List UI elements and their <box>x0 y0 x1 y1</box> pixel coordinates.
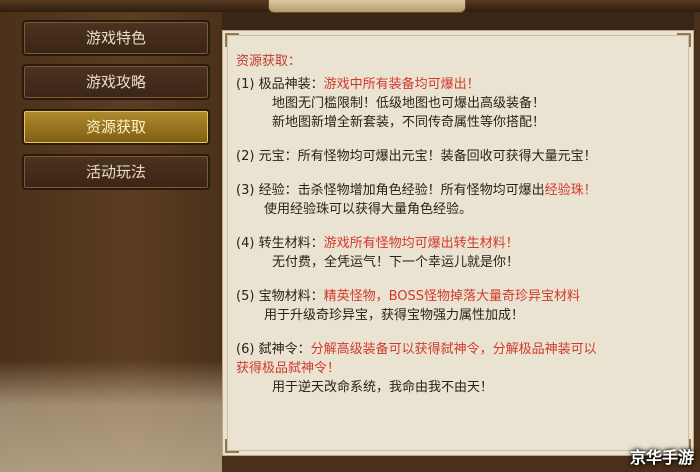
item-label: 宝物材料： <box>258 289 324 304</box>
window-right-frame <box>694 12 700 472</box>
list-item: (1) 极品神装：游戏中所有装备均可爆出！ 地图无门槛限制！低级地图也可爆出高级… <box>236 75 686 132</box>
watermark-logo: 京华手游 <box>629 448 694 467</box>
item-line: 新地图新增全新套装，不同传奇属性等你搭配！ <box>272 115 546 130</box>
window-bottom-frame <box>222 456 700 472</box>
item-label: 经验： <box>258 183 298 198</box>
item-number: (6) <box>236 342 255 357</box>
tab-game-guide[interactable]: 游戏攻略 <box>22 64 210 100</box>
sidebar-fade <box>0 360 222 472</box>
item-highlight-continued: 获得极品弑神令！ <box>236 361 341 376</box>
corner-ornament <box>677 33 691 47</box>
corner-ornament <box>225 439 239 453</box>
content-text: 资源获取： (1) 极品神装：游戏中所有装备均可爆出！ 地图无门槛限制！低级地图… <box>236 52 686 404</box>
list-item: (5) 宝物材料：精英怪物，BOSS怪物掉落大量奇珍异宝材料 用于升级奇珍异宝，… <box>236 287 686 325</box>
item-highlight: 经验珠！ <box>544 183 597 198</box>
item-line: 地图无门槛限制！低级地图也可爆出高级装备！ <box>272 96 546 111</box>
item-number: (1) <box>236 77 255 92</box>
item-highlight: 游戏中所有装备均可爆出！ <box>323 77 480 92</box>
item-highlight: 分解高级装备可以获得弑神令，分解极品神装可以 <box>310 342 597 357</box>
item-highlight: 游戏所有怪物均可爆出转生材料！ <box>323 236 519 251</box>
item-label: 元宝： <box>258 149 298 164</box>
item-label: 极品神装： <box>258 77 324 92</box>
item-line: 无付费，全凭运气！下一个幸运儿就是你！ <box>272 255 520 270</box>
item-line: 使用经验珠可以获得大量角色经验。 <box>264 202 473 217</box>
list-item: (2) 元宝：所有怪物均可爆出元宝！装备回收可获得大量元宝！ <box>236 147 686 166</box>
item-line: 用于逆天改命系统，我命由我不由天！ <box>272 380 494 395</box>
item-text: 所有怪物均可爆出元宝！装备回收可获得大量元宝！ <box>297 149 597 164</box>
corner-ornament <box>225 33 239 47</box>
title-plate <box>268 0 466 13</box>
item-number: (5) <box>236 289 255 304</box>
tab-resource-acquisition[interactable]: 资源获取 <box>22 109 210 145</box>
list-item: (6) 弑神令：分解高级装备可以获得弑神令，分解极品神装可以 获得极品弑神令！ … <box>236 340 686 397</box>
list-item: (3) 经验：击杀怪物增加角色经验！所有怪物均可爆出经验珠！ 使用经验珠可以获得… <box>236 181 686 219</box>
item-text: 击杀怪物增加角色经验！所有怪物均可爆出 <box>297 183 545 198</box>
item-line: 用于升级奇珍异宝，获得宝物强力属性加成！ <box>264 308 525 323</box>
item-number: (3) <box>236 183 255 198</box>
item-label: 转生材料： <box>258 236 324 251</box>
tab-game-features[interactable]: 游戏特色 <box>22 20 210 56</box>
tab-event-gameplay[interactable]: 活动玩法 <box>22 154 210 190</box>
section-heading: 资源获取： <box>236 54 302 69</box>
item-highlight: 精英怪物，BOSS怪物掉落大量奇珍异宝材料 <box>323 289 581 304</box>
list-item: (4) 转生材料：游戏所有怪物均可爆出转生材料！ 无付费，全凭运气！下一个幸运儿… <box>236 234 686 272</box>
item-number: (2) <box>236 149 255 164</box>
item-label: 弑神令： <box>258 342 311 357</box>
item-number: (4) <box>236 236 255 251</box>
